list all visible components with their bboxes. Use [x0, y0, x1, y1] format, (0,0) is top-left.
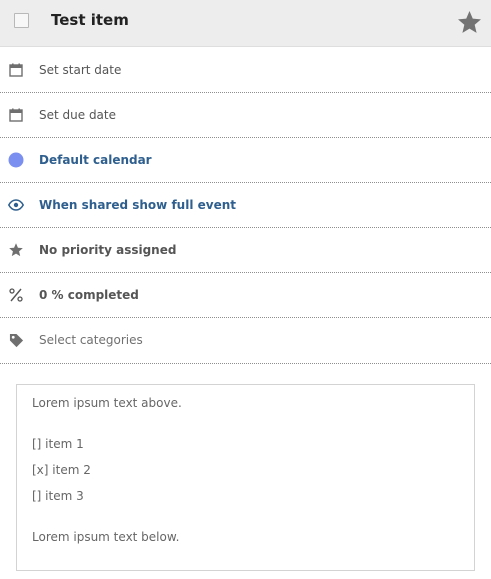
description-editor[interactable]: Lorem ipsum text above. [] item 1 [x] it… — [16, 384, 475, 571]
categories-row[interactable]: Select categories — [0, 318, 491, 364]
checklist-item: [] item 3 — [32, 489, 84, 503]
description-line: Lorem ipsum text above. — [32, 396, 182, 410]
favorite-star-icon[interactable] — [456, 9, 483, 36]
due-date-label: Set due date — [39, 108, 116, 122]
calendar-color-dot-icon — [8, 152, 24, 168]
checklist-item: [] item 1 — [32, 437, 84, 451]
tag-icon — [8, 332, 24, 348]
start-date-row[interactable]: Set start date — [0, 48, 491, 93]
completed-checkbox[interactable] — [14, 13, 29, 28]
checklist-item: [x] item 2 — [32, 463, 91, 477]
visibility-label: When shared show full event — [39, 198, 236, 212]
visibility-row[interactable]: When shared show full event — [0, 183, 491, 228]
priority-label: No priority assigned — [39, 243, 177, 257]
eye-icon — [8, 197, 24, 213]
percent-complete-row[interactable]: 0 % completed — [0, 273, 491, 318]
description-line: Lorem ipsum text below. — [32, 530, 180, 544]
categories-label: Select categories — [39, 333, 143, 347]
task-header: Test item — [0, 0, 491, 47]
percent-icon — [8, 287, 24, 303]
calendar-row[interactable]: Default calendar — [0, 138, 491, 183]
priority-row[interactable]: No priority assigned — [0, 228, 491, 273]
star-icon — [8, 242, 24, 258]
task-title[interactable]: Test item — [51, 11, 129, 29]
start-date-label: Set start date — [39, 63, 122, 77]
percent-complete-label: 0 % completed — [39, 288, 139, 302]
task-editor: Test item Set start date Set due date De… — [0, 0, 491, 579]
calendar-label: Default calendar — [39, 153, 152, 167]
calendar-icon — [8, 62, 24, 78]
calendar-icon — [8, 107, 24, 123]
due-date-row[interactable]: Set due date — [0, 93, 491, 138]
